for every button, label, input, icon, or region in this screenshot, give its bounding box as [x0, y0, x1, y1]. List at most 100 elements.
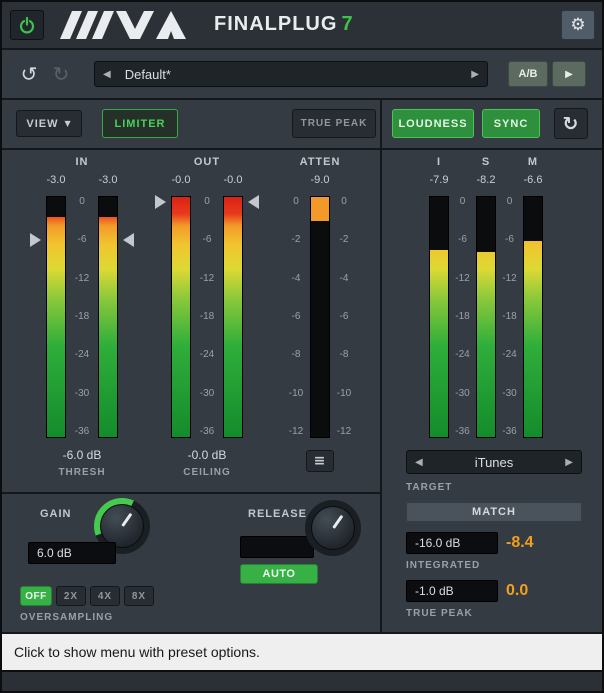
- gain-label: GAIN: [40, 508, 90, 520]
- target-selector[interactable]: ◀ iTunes ▶: [406, 450, 582, 474]
- view-menu-button[interactable]: VIEW ▼: [16, 110, 82, 137]
- ab-label: A/B: [519, 68, 538, 80]
- scale-tick: -18: [191, 312, 223, 322]
- thresh-marker-left[interactable]: [30, 233, 41, 247]
- ceiling-marker-right[interactable]: [248, 195, 259, 209]
- meter-panel: IN -3.0 -3.0 0-6-12-18-24-30-36 -6.0 dB …: [2, 150, 382, 494]
- auto-label: AUTO: [263, 568, 296, 580]
- meter-menu-button[interactable]: ≡: [306, 450, 334, 472]
- scale-tick: -36: [496, 427, 523, 437]
- gain-knob-pointer: [121, 513, 132, 527]
- thresh-marker-right[interactable]: [123, 233, 134, 247]
- loudness-scale-2: 0-6-12-18-24-30-36: [496, 150, 523, 480]
- scale-tick: -24: [449, 350, 476, 360]
- scale-tick: -6: [284, 312, 308, 322]
- loudness-reset-button[interactable]: ↻: [554, 108, 588, 139]
- status-bar: Click to show menu with preset options.: [2, 634, 602, 670]
- thresh-readout[interactable]: -6.0 dB: [32, 448, 132, 462]
- match-button[interactable]: MATCH: [406, 502, 582, 522]
- match-label: MATCH: [472, 506, 516, 518]
- scale-tick: -6: [66, 235, 98, 245]
- power-icon: [19, 16, 35, 34]
- toolbar-right: LOUDNESS SYNC ↻: [382, 100, 602, 150]
- oversampling-2x-button[interactable]: 2X: [56, 586, 86, 606]
- integrated-target-field[interactable]: -16.0 dB: [406, 532, 498, 554]
- scale-tick: -18: [449, 312, 476, 322]
- ceiling-marker-left[interactable]: [155, 195, 166, 209]
- scale-tick: -30: [191, 389, 223, 399]
- meter-mask: [477, 197, 495, 252]
- integrated-label: INTEGRATED: [406, 560, 480, 571]
- true-peak-readout-label: TRUE PEAK: [406, 608, 473, 619]
- oversampling-off-button[interactable]: OFF: [20, 586, 52, 606]
- target-name[interactable]: iTunes: [423, 455, 566, 470]
- true-peak-toggle-button[interactable]: TRUE PEAK: [292, 109, 376, 138]
- scale-tick: -36: [66, 427, 98, 437]
- undo-button[interactable]: ↺: [14, 60, 44, 88]
- target-label: TARGET: [406, 482, 452, 493]
- target-prev-icon[interactable]: ◀: [415, 457, 423, 468]
- auto-release-button[interactable]: AUTO: [240, 564, 318, 584]
- header-bar: FINALPLUG7 ⚙: [2, 2, 602, 50]
- true-peak-target-field[interactable]: -1.0 dB: [406, 580, 498, 602]
- ab-copy-button[interactable]: ▶: [552, 61, 586, 87]
- oversampling-8x-label: 8X: [132, 591, 146, 602]
- loudness-scale-1: 0-6-12-18-24-30-36: [449, 150, 476, 480]
- gain-value-field[interactable]: 6.0 dB: [28, 542, 116, 564]
- settings-button[interactable]: ⚙: [561, 10, 595, 40]
- scale-tick: -36: [191, 427, 223, 437]
- out-meter-right-bar: [223, 196, 243, 438]
- redo-icon: ↻: [53, 62, 70, 86]
- out-meter-left-bar: [171, 196, 191, 438]
- scale-tick: -18: [496, 312, 523, 322]
- atten-scale-left: 0-2-4-6-8-10-12: [284, 150, 308, 480]
- in-meter-right-bar: [98, 196, 118, 438]
- redo-button[interactable]: ↻: [46, 60, 76, 88]
- scale-tick: -18: [66, 312, 98, 322]
- atten-fill: [311, 197, 329, 221]
- sync-label: SYNC: [494, 118, 529, 130]
- preset-name[interactable]: Default*: [111, 67, 472, 82]
- loudness-panel: I S M -7.9 -8.2 -6.6 0-6-12-18-24-30-36 …: [382, 150, 602, 634]
- scale-tick: -2: [284, 235, 308, 245]
- oversampling-2x-label: 2X: [64, 591, 78, 602]
- scale-tick: -24: [191, 350, 223, 360]
- scale-tick: 0: [191, 197, 223, 207]
- preset-bar: ↺ ↻ ◀ Default* ▶ A/B ▶: [2, 50, 602, 100]
- oversampling-label: OVERSAMPLING: [20, 612, 113, 623]
- limiter-toggle-button[interactable]: LIMITER: [102, 109, 178, 138]
- scale-tick: -12: [449, 274, 476, 284]
- preset-selector[interactable]: ◀ Default* ▶: [94, 61, 488, 87]
- chevron-down-icon: ▼: [64, 119, 71, 128]
- oversampling-4x-button[interactable]: 4X: [90, 586, 120, 606]
- scale-tick: -10: [284, 389, 308, 399]
- scale-tick: -4: [332, 274, 356, 284]
- true-peak-field-value: -1.0 dB: [415, 584, 454, 598]
- loudness-toggle-button[interactable]: LOUDNESS: [392, 109, 474, 138]
- scale-tick: -24: [496, 350, 523, 360]
- release-knob[interactable]: [305, 500, 361, 556]
- scale-tick: -30: [496, 389, 523, 399]
- ab-compare-button[interactable]: A/B: [508, 61, 548, 87]
- meter-mask: [47, 197, 65, 217]
- integrated-field-value: -16.0 dB: [415, 536, 460, 550]
- meter-mask: [524, 197, 542, 241]
- gain-value: 6.0 dB: [37, 546, 72, 560]
- scale-tick: -36: [449, 427, 476, 437]
- sync-toggle-button[interactable]: SYNC: [482, 109, 540, 138]
- target-next-icon[interactable]: ▶: [565, 457, 573, 468]
- power-button[interactable]: [10, 10, 44, 40]
- oversampling-8x-button[interactable]: 8X: [124, 586, 154, 606]
- undo-icon: ↺: [21, 62, 38, 86]
- preset-next-icon[interactable]: ▶: [471, 69, 479, 80]
- scale-tick: 0: [332, 197, 356, 207]
- release-value-field[interactable]: [240, 536, 314, 558]
- wave-arts-logo: [60, 9, 208, 41]
- ceiling-readout[interactable]: -0.0 dB: [157, 448, 257, 462]
- gear-icon: ⚙: [570, 15, 585, 35]
- scale-tick: -24: [66, 350, 98, 360]
- loudness-i-bar: [429, 196, 449, 438]
- loudness-label: LOUDNESS: [398, 118, 467, 130]
- scale-tick: 0: [449, 197, 476, 207]
- preset-prev-icon[interactable]: ◀: [103, 69, 111, 80]
